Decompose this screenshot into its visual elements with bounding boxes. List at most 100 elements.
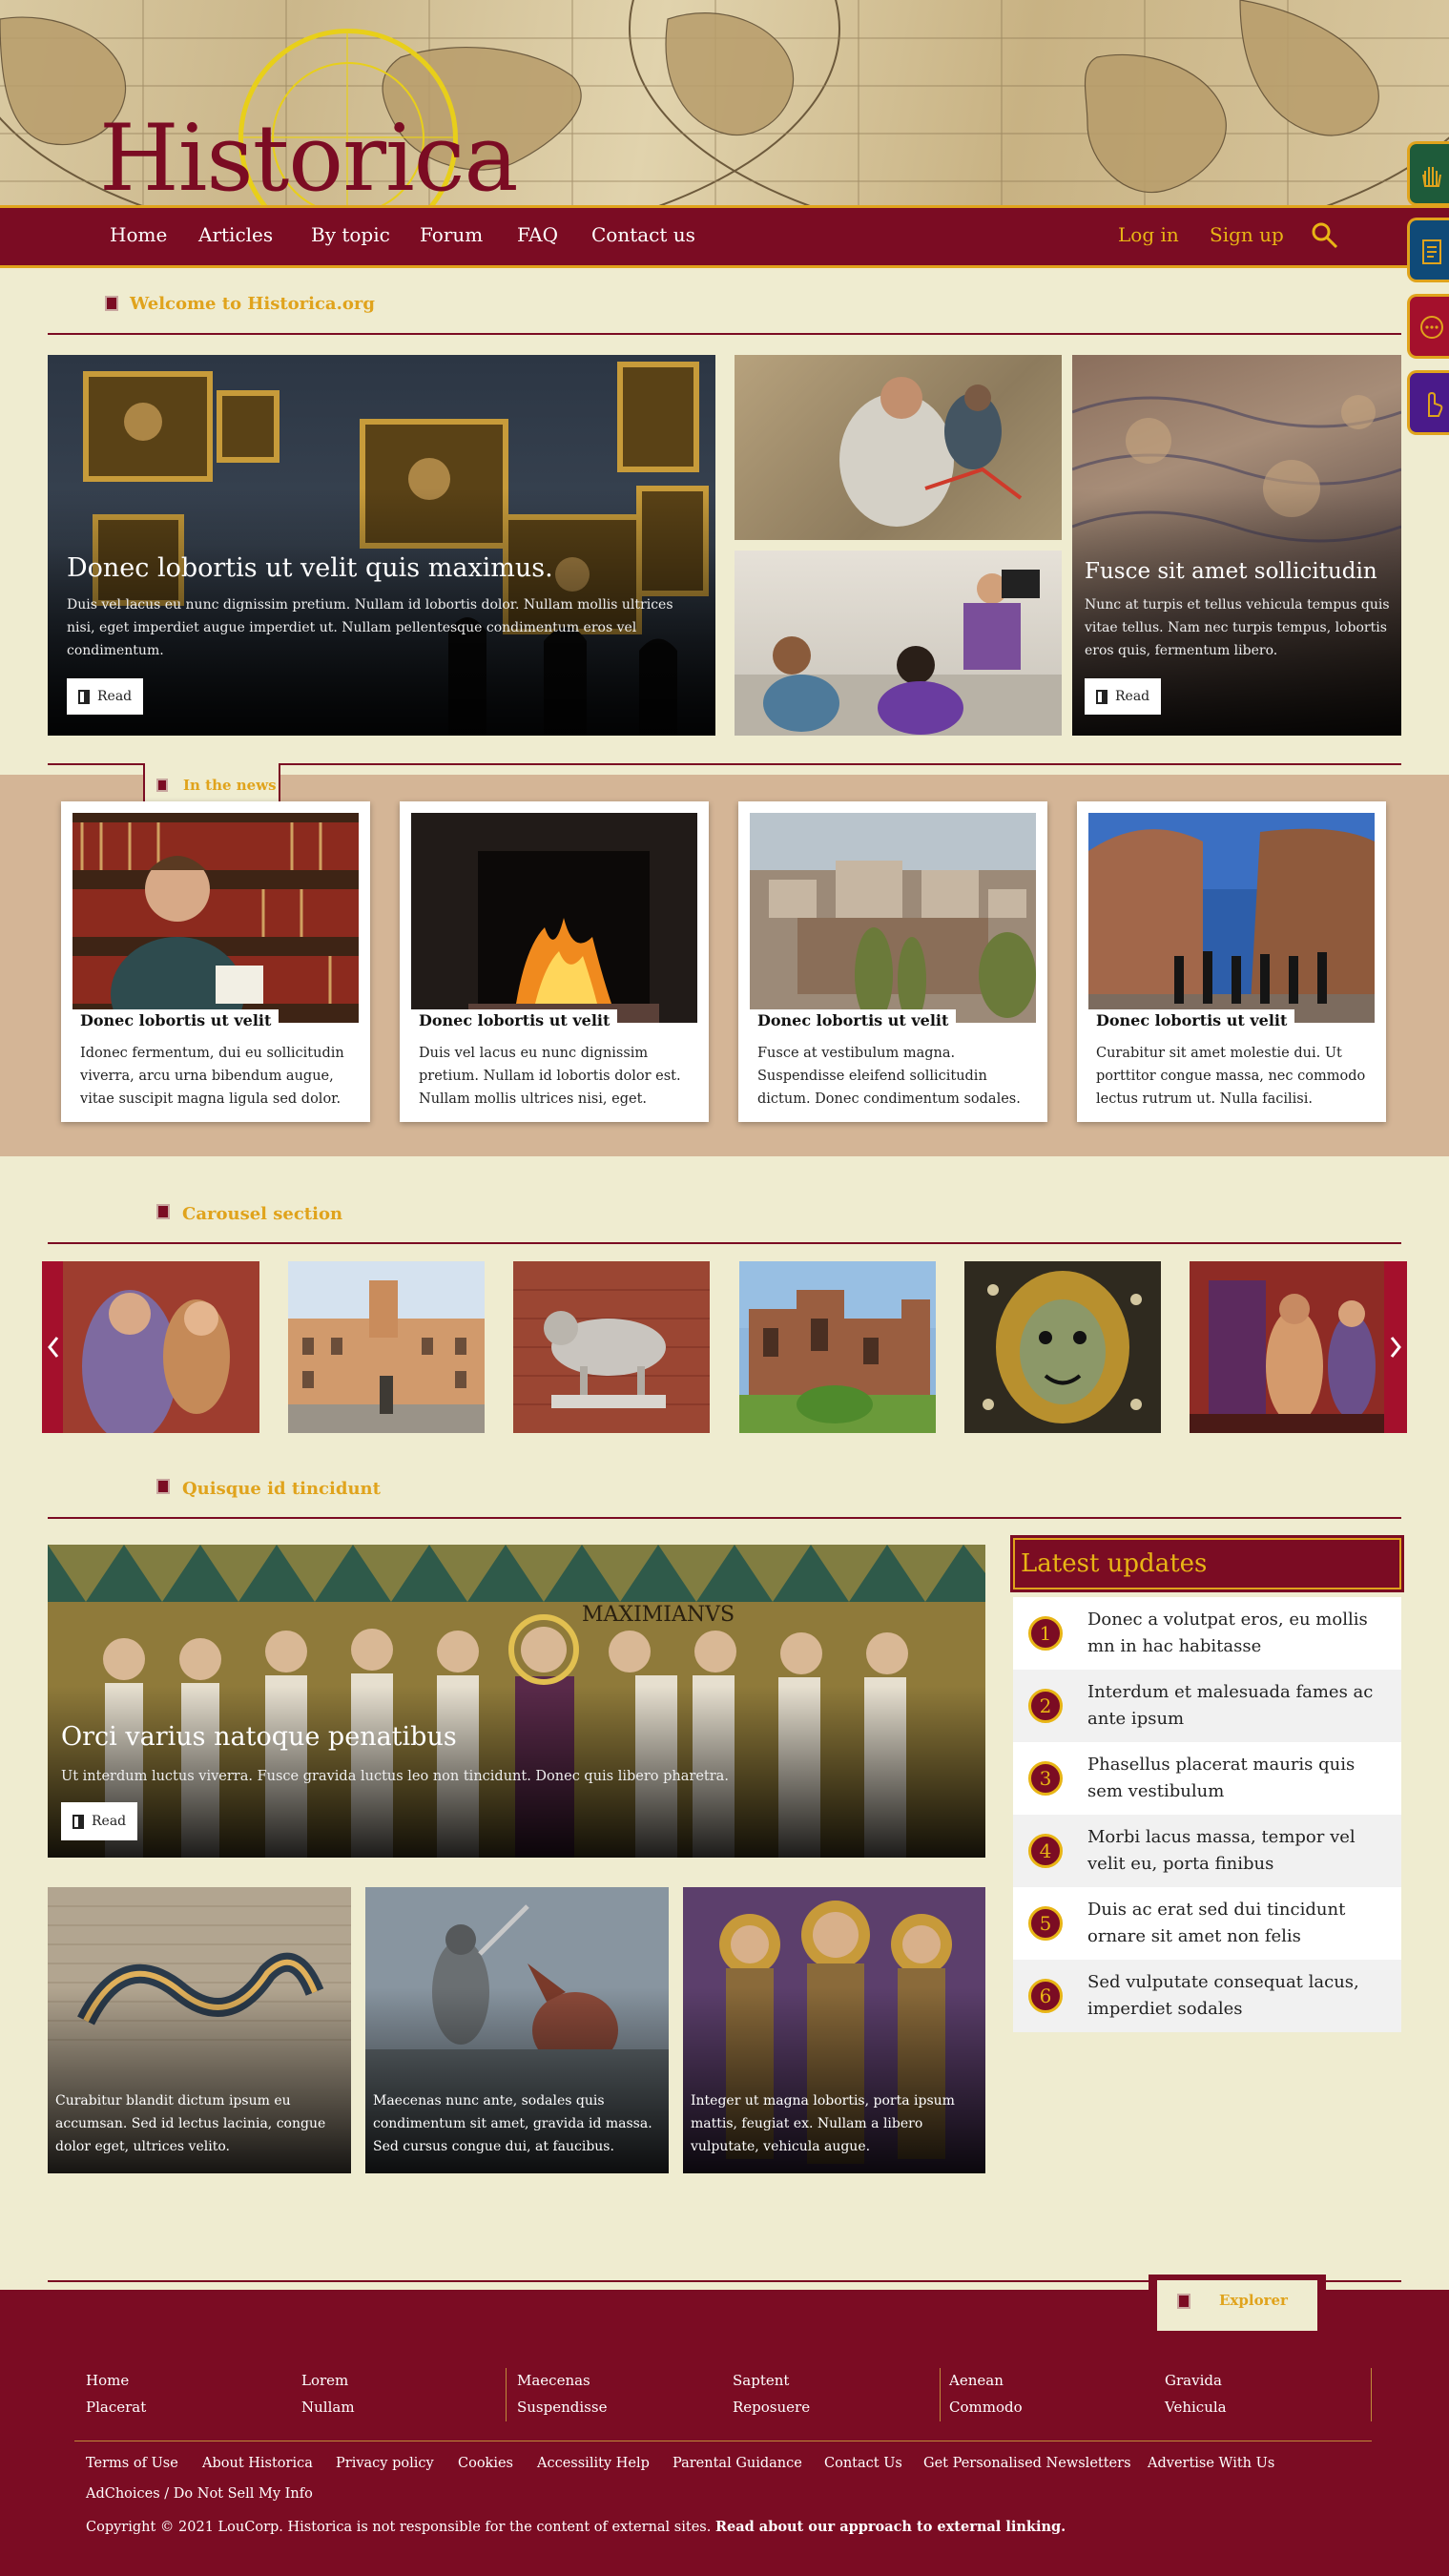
side-tab-hand[interactable] — [1407, 141, 1449, 206]
footer-divider — [506, 2368, 507, 2421]
carousel-item[interactable] — [1190, 1261, 1390, 1433]
footer-legal-link[interactable]: About Historica — [202, 2456, 313, 2471]
archaeology-photo[interactable] — [735, 355, 1062, 540]
tile-text: Integer ut magna lobortis, porta ipsum m… — [691, 2093, 955, 2154]
footer-link[interactable]: Maecenas — [517, 2372, 590, 2389]
roman-bath-ruins-image — [739, 1261, 936, 1433]
hero-main-title[interactable]: Donec lobortis ut velit quis maximus. — [67, 553, 553, 583]
footer-legal-link[interactable]: Parental Guidance — [673, 2456, 802, 2471]
document-icon — [1422, 239, 1441, 264]
side-tab-chat[interactable] — [1407, 294, 1449, 359]
login-link[interactable]: Log in — [1118, 223, 1179, 246]
welcome-title: Welcome to Historica.org — [130, 294, 375, 314]
footer-link[interactable]: Home — [86, 2372, 129, 2389]
quisque-tile[interactable]: Maecenas nunc ante, sodales quis condime… — [365, 1887, 669, 2173]
latest-update-item[interactable]: 1 Donec a volutpat eros, eu mollis mn in … — [1013, 1597, 1401, 1670]
latest-updates-title: Latest updates — [1021, 1549, 1208, 1578]
footer-link[interactable]: Suspendisse — [517, 2399, 607, 2416]
latest-update-item[interactable]: 6 Sed vulputate consequat lacus, imperdie… — [1013, 1960, 1401, 2032]
nav-item-home[interactable]: Home — [110, 223, 167, 246]
carousel-prev-button[interactable] — [42, 1261, 65, 1433]
nav-item-articles[interactable]: Articles — [198, 223, 273, 246]
fresco-painting-image — [63, 1261, 259, 1433]
footer-link[interactable]: Reposuere — [733, 2399, 810, 2416]
hero-side-card[interactable]: Fusce sit amet sollicitudin Nunc at turp… — [1072, 355, 1401, 736]
book-icon — [1177, 2294, 1190, 2309]
footer-legal-link[interactable]: Advertise With Us — [1148, 2456, 1274, 2471]
feature-title[interactable]: Orci varius natoque penatibus — [61, 1722, 457, 1752]
footer-link[interactable]: Vehicula — [1165, 2399, 1227, 2416]
site-logo[interactable]: Historica — [99, 113, 519, 204]
feature-text: Ut interdum luctus viverra. Fusce gravid… — [61, 1769, 729, 1784]
quisque-title: Quisque id tincidunt — [182, 1479, 381, 1499]
latest-update-item[interactable]: 4 Morbi lacus massa, tempor vel velit eu,… — [1013, 1815, 1401, 1887]
nav-item-forum[interactable]: Forum — [420, 223, 483, 246]
lab-photo[interactable] — [735, 551, 1062, 736]
footer-link[interactable]: Saptent — [733, 2372, 789, 2389]
footer-legal-link[interactable]: Terms of Use — [86, 2456, 178, 2471]
chat-icon — [1420, 316, 1443, 339]
section-divider — [48, 333, 1401, 335]
quisque-tile[interactable]: Integer ut magna lobortis, porta ipsum m… — [683, 1887, 985, 2173]
search-icon[interactable] — [1311, 221, 1339, 250]
carousel-item[interactable] — [513, 1261, 710, 1433]
side-tab-pointer[interactable] — [1407, 370, 1449, 435]
news-card[interactable]: Donec lobortis ut velit Fusce at vestibu… — [738, 801, 1047, 1122]
hero-main-card[interactable]: Donec lobortis ut velit quis maximus. Du… — [48, 355, 715, 736]
nav-item-by-topic[interactable]: By topic — [311, 223, 390, 246]
footer-legal-link[interactable]: Get Personalised Newsletters — [923, 2456, 1131, 2471]
footer-link[interactable]: Nullam — [301, 2399, 355, 2416]
footer-link[interactable]: Lorem — [301, 2372, 348, 2389]
feature-card[interactable]: MAXIMIANVS Orci varius natoque penatibus… — [48, 1545, 985, 1858]
nav-item-faq[interactable]: FAQ — [517, 223, 558, 246]
explorer-title[interactable]: Explorer — [1219, 2292, 1288, 2309]
footer-link[interactable]: Gravida — [1165, 2372, 1222, 2389]
carousel-next-button[interactable] — [1384, 1261, 1407, 1433]
adchoices-link[interactable]: AdChoices / Do Not Sell My Info — [86, 2486, 313, 2502]
footer-legal-link[interactable]: Cookies — [458, 2456, 513, 2471]
tile-text: Curabitur blandit dictum ipsum eu accums… — [55, 2093, 326, 2154]
book-icon — [105, 296, 118, 311]
footer-link[interactable]: Aenean — [949, 2372, 1004, 2389]
footer-legal-link[interactable]: Accessility Help — [537, 2456, 650, 2471]
footer-legal-link[interactable]: Privacy policy — [336, 2456, 434, 2471]
external-linking-link[interactable]: Read about our approach to external link… — [715, 2519, 1066, 2535]
archaeologist-image — [839, 377, 1023, 527]
latest-updates-panel: Latest updates 1 Donec a volutpat eros, e… — [1010, 1535, 1404, 2032]
news-card[interactable]: Donec lobortis ut velit Idonec fermentum… — [61, 801, 370, 1122]
tile-text: Maecenas nunc ante, sodales quis condime… — [373, 2093, 652, 2154]
carousel-item[interactable] — [63, 1261, 259, 1433]
news-card[interactable]: Donec lobortis ut velit Duis vel lacus e… — [400, 801, 709, 1122]
palazzo-image — [288, 1261, 485, 1433]
side-tab-document[interactable] — [1407, 218, 1449, 282]
hero-main-text: Duis vel lacus eu nunc dignissim pretium… — [67, 597, 673, 658]
book-icon — [78, 689, 90, 704]
pointer-icon — [1428, 391, 1443, 417]
feature-read-button[interactable]: Read — [61, 1802, 138, 1840]
footer-link[interactable]: Commodo — [949, 2399, 1023, 2416]
news-title: In the news — [183, 777, 277, 794]
latest-update-item[interactable]: 2 Interdum et malesuada fames ac ante ips… — [1013, 1670, 1401, 1742]
news-image-library — [72, 813, 359, 1023]
nav-item-contact[interactable]: Contact us — [591, 223, 695, 246]
book-icon — [156, 1479, 170, 1494]
section-divider — [48, 1517, 1401, 1519]
hero-main-read-button[interactable]: Read — [67, 678, 144, 715]
hero-side-title[interactable]: Fusce sit amet sollicitudin — [1085, 559, 1377, 584]
carousel-item[interactable] — [964, 1261, 1161, 1433]
footer-legal-link[interactable]: Contact Us — [824, 2456, 902, 2471]
hero-side-read-button[interactable]: Read — [1085, 678, 1162, 715]
villa-fresco-image — [1190, 1261, 1390, 1433]
latest-update-item[interactable]: 5 Duis ac erat sed dui tincidunt ornare s… — [1013, 1887, 1401, 1960]
news-card[interactable]: Donec lobortis ut velit Curabitur sit am… — [1077, 801, 1386, 1122]
book-icon — [156, 779, 168, 792]
book-icon — [72, 1814, 84, 1829]
carousel-item[interactable] — [739, 1261, 936, 1433]
latest-update-item[interactable]: 3 Phasellus placerat mauris quis sem vest… — [1013, 1742, 1401, 1815]
footer-divider — [1371, 2368, 1372, 2421]
mosaic-inscription: MAXIMIANVS — [582, 1603, 735, 1627]
signup-link[interactable]: Sign up — [1210, 223, 1284, 246]
carousel-item[interactable] — [288, 1261, 485, 1433]
footer-link[interactable]: Placerat — [86, 2399, 146, 2416]
quisque-tile[interactable]: Curabitur blandit dictum ipsum eu accums… — [48, 1887, 351, 2173]
